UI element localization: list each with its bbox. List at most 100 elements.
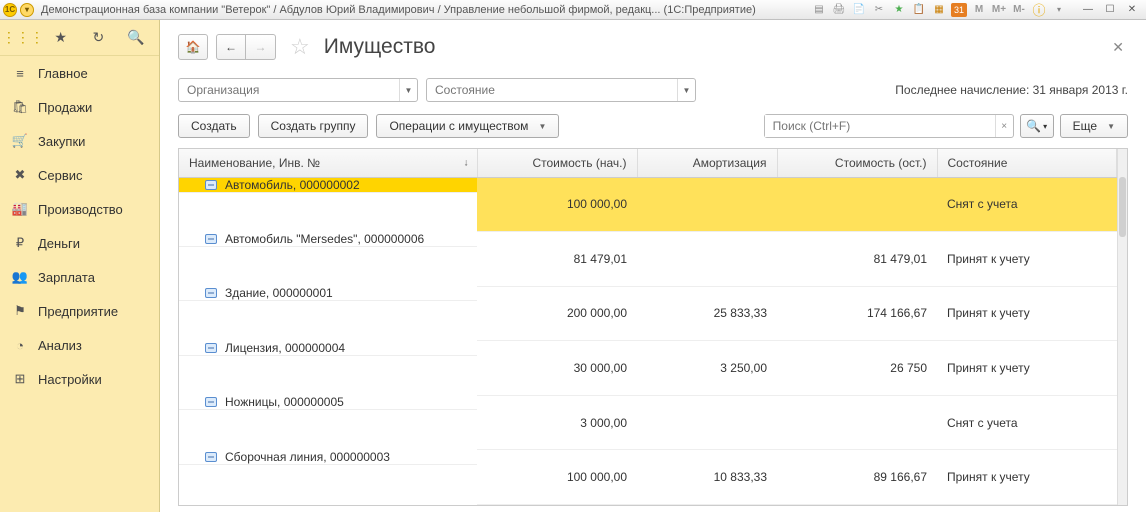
state-combo[interactable]: ▼ bbox=[426, 78, 696, 102]
sidebar-item[interactable]: 🛍 Продажи bbox=[0, 90, 159, 124]
sidebar-item-icon: ⚑ bbox=[12, 303, 28, 319]
calc-icon[interactable]: ▦ bbox=[931, 3, 947, 17]
table-row[interactable]: Сборочная линия, 000000003100 000,0010 8… bbox=[179, 450, 1117, 505]
home-button[interactable]: 🏠 bbox=[178, 34, 208, 60]
cell-cost1: 100 000,00 bbox=[477, 177, 637, 232]
star-icon[interactable]: ★ bbox=[891, 3, 907, 17]
close-button[interactable]: ✕ bbox=[1121, 2, 1143, 18]
cell-name: Ножницы, 000000005 bbox=[179, 395, 477, 410]
sidebar: ⋮⋮⋮ ★ ↻ 🔍 ≡Главное 🛍 Продажи 🛒 Закупки ✖Серви… bbox=[0, 20, 160, 512]
tool-icon[interactable]: 📄 bbox=[851, 3, 867, 17]
chevron-down-icon: ▼ bbox=[1107, 122, 1115, 131]
tool-icon[interactable]: 🖨 bbox=[831, 3, 847, 17]
cell-amort: 10 833,33 bbox=[637, 450, 777, 505]
table-row[interactable]: Ножницы, 0000000053 000,00Снят с учета bbox=[179, 395, 1117, 450]
back-button[interactable]: ← bbox=[216, 34, 246, 60]
cell-amort: 25 833,33 bbox=[637, 286, 777, 341]
cell-cost1: 30 000,00 bbox=[477, 341, 637, 396]
chevron-down-icon[interactable]: ▼ bbox=[677, 79, 695, 101]
favorite-star-icon[interactable]: ☆ bbox=[290, 34, 310, 60]
sidebar-item-label: Зарплата bbox=[38, 270, 95, 285]
sidebar-item-icon: 🛒 bbox=[12, 133, 28, 149]
collapse-icon[interactable] bbox=[205, 180, 217, 190]
table-row[interactable]: Здание, 000000001200 000,0025 833,33174 … bbox=[179, 286, 1117, 341]
sidebar-item[interactable]: 🏭 Производство bbox=[0, 192, 159, 226]
col-amort[interactable]: Амортизация bbox=[637, 149, 777, 177]
dropdown-icon[interactable]: ▾ bbox=[1051, 3, 1067, 17]
sidebar-item[interactable]: ₽Деньги bbox=[0, 226, 159, 260]
table-row[interactable]: Автомобиль, 000000002100 000,00Снят с уч… bbox=[179, 177, 1117, 232]
chevron-down-icon[interactable]: ▼ bbox=[399, 79, 417, 101]
sidebar-item[interactable]: 🛒 Закупки bbox=[0, 124, 159, 158]
cell-cost2: 89 166,67 bbox=[777, 450, 937, 505]
dropdown-icon[interactable]: ▾ bbox=[20, 3, 34, 17]
collapse-icon[interactable] bbox=[205, 397, 217, 407]
operations-label: Операции с имуществом bbox=[389, 119, 528, 133]
calendar-icon[interactable]: 31 bbox=[951, 3, 967, 17]
org-combo[interactable]: ▼ bbox=[178, 78, 418, 102]
advanced-search-button[interactable]: 🔍▾ bbox=[1020, 114, 1054, 138]
more-button[interactable]: Еще ▼ bbox=[1060, 114, 1128, 138]
sidebar-item-label: Производство bbox=[38, 202, 123, 217]
cell-cost2 bbox=[777, 177, 937, 232]
org-input[interactable] bbox=[179, 79, 399, 101]
create-group-button[interactable]: Создать группу bbox=[258, 114, 369, 138]
history-icon[interactable]: ↻ bbox=[86, 26, 110, 50]
operations-button[interactable]: Операции с имуществом ▼ bbox=[376, 114, 559, 138]
maximize-button[interactable]: ☐ bbox=[1099, 2, 1121, 18]
scrollbar[interactable] bbox=[1117, 149, 1127, 505]
m-plus-button[interactable]: M+ bbox=[991, 3, 1007, 17]
col-state[interactable]: Состояние bbox=[937, 149, 1117, 177]
table-row[interactable]: Автомобиль "Mersedes", 00000000681 479,0… bbox=[179, 232, 1117, 287]
window-title: Демонстрационная база компании "Ветерок"… bbox=[41, 4, 756, 16]
create-button[interactable]: Создать bbox=[178, 114, 250, 138]
sidebar-item-icon: 🏭 bbox=[12, 201, 28, 217]
clipboard-icon[interactable]: 📋 bbox=[911, 3, 927, 17]
collapse-icon[interactable] bbox=[205, 452, 217, 462]
search-box[interactable]: × bbox=[764, 114, 1014, 138]
sidebar-item-icon: ◔ bbox=[12, 337, 28, 353]
collapse-icon[interactable] bbox=[205, 343, 217, 353]
state-input[interactable] bbox=[427, 79, 677, 101]
col-name[interactable]: Наименование, Инв. №↓ bbox=[179, 149, 477, 177]
sidebar-item[interactable]: ⚑Предприятие bbox=[0, 294, 159, 328]
sidebar-item-icon: ₽ bbox=[12, 235, 28, 251]
cell-state: Снят с учета bbox=[937, 177, 1117, 232]
tool-icon[interactable]: ▤ bbox=[811, 3, 827, 17]
star-icon[interactable]: ★ bbox=[49, 26, 73, 50]
info-icon[interactable]: ⓘ bbox=[1031, 3, 1047, 17]
close-tab-button[interactable]: ✕ bbox=[1108, 35, 1128, 60]
clear-search-button[interactable]: × bbox=[995, 115, 1013, 137]
chevron-down-icon: ▼ bbox=[538, 122, 546, 131]
sidebar-item[interactable]: ⊞Настройки bbox=[0, 362, 159, 396]
page-title: Имущество bbox=[324, 35, 436, 59]
sidebar-item[interactable]: ◔Анализ bbox=[0, 328, 159, 362]
search-input[interactable] bbox=[765, 115, 995, 137]
apps-icon[interactable]: ⋮⋮⋮ bbox=[11, 26, 35, 50]
sidebar-item[interactable]: ✖Сервис bbox=[0, 158, 159, 192]
cell-name: Здание, 000000001 bbox=[179, 286, 477, 301]
cell-state: Принят к учету bbox=[937, 341, 1117, 396]
cell-name: Сборочная линия, 000000003 bbox=[179, 450, 477, 465]
collapse-icon[interactable] bbox=[205, 288, 217, 298]
sidebar-item-label: Настройки bbox=[38, 372, 102, 387]
cell-amort bbox=[637, 232, 777, 287]
table-row[interactable]: Лицензия, 00000000430 000,003 250,0026 7… bbox=[179, 341, 1117, 396]
m-minus-button[interactable]: M- bbox=[1011, 3, 1027, 17]
minimize-button[interactable]: — bbox=[1077, 2, 1099, 18]
sidebar-item-label: Закупки bbox=[38, 134, 85, 149]
col-cost2[interactable]: Стоимость (ост.) bbox=[777, 149, 937, 177]
more-label: Еще bbox=[1073, 119, 1097, 133]
search-icon[interactable]: 🔍 bbox=[124, 26, 148, 50]
sidebar-item-icon: 🛍 bbox=[12, 99, 28, 115]
collapse-icon[interactable] bbox=[205, 234, 217, 244]
cut-icon[interactable]: ✂ bbox=[871, 3, 887, 17]
assets-table: Наименование, Инв. №↓ Стоимость (нач.) А… bbox=[178, 148, 1128, 506]
sidebar-item[interactable]: ≡Главное bbox=[0, 56, 159, 90]
sidebar-item[interactable]: 👥Зарплата bbox=[0, 260, 159, 294]
sidebar-item-label: Продажи bbox=[38, 100, 92, 115]
sidebar-item-icon: ≡ bbox=[12, 65, 28, 81]
forward-button[interactable]: → bbox=[246, 34, 276, 60]
col-cost1[interactable]: Стоимость (нач.) bbox=[477, 149, 637, 177]
m-button[interactable]: M bbox=[971, 3, 987, 17]
